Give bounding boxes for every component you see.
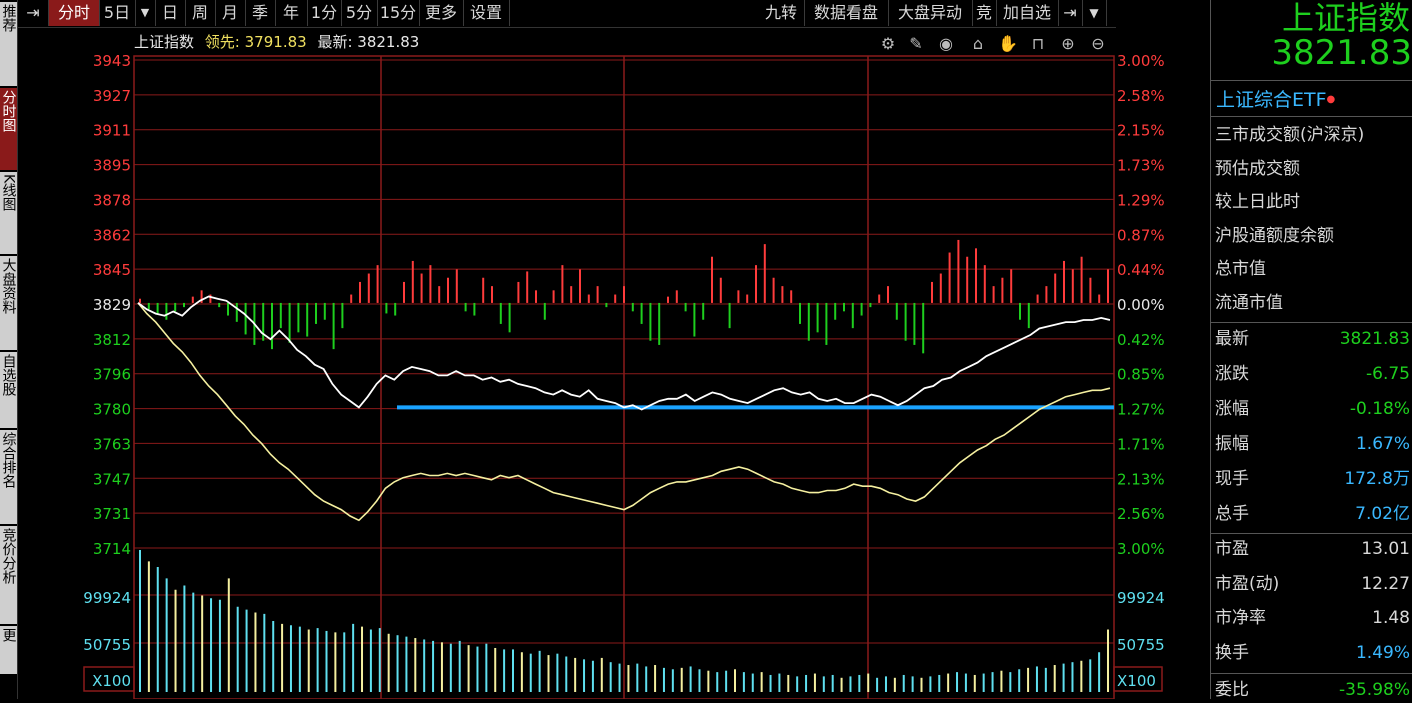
y-axis-right-label: 0.85% xyxy=(1117,366,1165,384)
quote-row: 最新 3821.83 xyxy=(1215,326,1412,352)
quote-row-value: -6.75 xyxy=(1366,364,1410,384)
y-axis-left-label: 3812 xyxy=(93,331,131,349)
quote-row: 涨幅 -0.18% xyxy=(1215,396,1412,422)
valuation-row-label: 市盈(动) xyxy=(1215,573,1280,594)
y-axis-left-label: 3862 xyxy=(93,226,131,244)
y-axis-left-label: 3763 xyxy=(93,435,131,453)
y-axis-right-label: 3.00% xyxy=(1117,540,1165,558)
quote-row-value: 1.67% xyxy=(1355,434,1410,454)
info-item-label: 三市成交额(沪深京) xyxy=(1215,125,1365,145)
y-axis-right-label: 1.71% xyxy=(1117,435,1165,453)
valuation-row-label: 换手 xyxy=(1215,642,1249,663)
volume-axis-right-label: 50755 xyxy=(1117,636,1165,654)
volume-axis-left-label: X100 xyxy=(92,672,131,690)
quote-row-value: 172.8万 xyxy=(1344,469,1410,489)
valuation-row-value: 13.01 xyxy=(1361,539,1410,559)
y-axis-left-label: 3911 xyxy=(93,122,131,140)
valuation-row: 市盈(动) 12.27 xyxy=(1215,571,1412,597)
valuation-row-label: 市盈 xyxy=(1215,539,1249,559)
intraday-chart[interactable]: 3943 3.00% 3927 2.58% 3911 2.15% 3895 1.73% 3878… xyxy=(0,0,1210,699)
y-axis-right-label: 2.58% xyxy=(1117,87,1165,105)
valuation-row: 换手 1.49% xyxy=(1215,640,1412,666)
volume-axis-left-label: 50755 xyxy=(83,636,131,654)
y-axis-right-label: 2.13% xyxy=(1117,470,1165,488)
info-item-label: 流通市值 xyxy=(1215,292,1283,313)
info-item[interactable]: 流通市值 xyxy=(1215,290,1412,316)
quote-row-label: 现手 xyxy=(1215,469,1249,489)
info-item[interactable]: 三市成交额(沪深京) xyxy=(1215,122,1412,148)
etf-link[interactable]: 上证综合ETF● xyxy=(1216,86,1406,114)
panel-index-price: 3821.83 xyxy=(1271,33,1412,73)
y-axis-right-label: 0.00% xyxy=(1117,296,1165,314)
valuation-row-value: 12.27 xyxy=(1361,573,1410,594)
y-axis-left-label: 3943 xyxy=(93,52,131,70)
y-axis-left-label: 3731 xyxy=(93,505,131,523)
quote-row: 振幅 1.67% xyxy=(1215,431,1412,457)
y-axis-left-label: 3845 xyxy=(93,261,131,279)
divider xyxy=(1210,116,1412,117)
y-axis-left-label: 3714 xyxy=(93,540,131,558)
quote-row-label: 涨幅 xyxy=(1215,399,1249,419)
info-item-label: 总市值 xyxy=(1215,259,1266,279)
y-axis-left-label: 3829 xyxy=(93,296,131,314)
valuation-row-value: 1.49% xyxy=(1355,642,1410,663)
y-axis-right-label: 0.42% xyxy=(1117,331,1165,349)
quote-row-label: 振幅 xyxy=(1215,434,1249,454)
y-axis-right-label: 2.56% xyxy=(1117,505,1165,523)
info-item-label: 沪股通额度余额 xyxy=(1215,225,1334,246)
quote-row-label: 最新 xyxy=(1215,329,1249,349)
y-axis-right-label: 0.87% xyxy=(1117,226,1165,244)
info-item[interactable]: 沪股通额度余额 xyxy=(1215,223,1412,249)
quote-row-label: 涨跌 xyxy=(1215,364,1249,384)
y-axis-left-label: 3927 xyxy=(93,87,131,105)
volume-axis-right-label: 99924 xyxy=(1117,589,1165,607)
y-axis-right-label: 1.27% xyxy=(1117,401,1165,419)
y-axis-left-label: 3796 xyxy=(93,366,131,384)
y-axis-right-label: 0.44% xyxy=(1117,261,1165,279)
y-axis-left-label: 3895 xyxy=(93,157,131,175)
y-axis-right-label: 1.73% xyxy=(1117,157,1165,175)
y-axis-left-label: 3878 xyxy=(93,191,131,209)
valuation-row: 市净率 1.48 xyxy=(1215,605,1412,631)
quote-row: 现手 172.8万 xyxy=(1215,466,1412,492)
info-item-label: 预估成交额 xyxy=(1215,158,1300,179)
y-axis-left-label: 3780 xyxy=(93,401,131,419)
valuation-row: 市盈 13.01 xyxy=(1215,536,1412,562)
info-item[interactable]: 较上日此时 xyxy=(1215,189,1412,215)
weibi-row-value: -35.98% xyxy=(1339,680,1410,700)
valuation-row-label: 市净率 xyxy=(1215,608,1266,628)
weibi-row-label: 委比 xyxy=(1215,680,1249,700)
info-item[interactable]: 总市值 xyxy=(1215,256,1412,282)
quote-row-value: 7.02亿 xyxy=(1355,504,1410,524)
info-item[interactable]: 预估成交额 xyxy=(1215,156,1412,182)
y-axis-right-label: 3.00% xyxy=(1117,52,1165,70)
quote-row: 总手 7.02亿 xyxy=(1215,501,1412,527)
notification-dot-icon: ● xyxy=(1326,94,1336,105)
divider xyxy=(1210,673,1412,674)
divider xyxy=(1210,533,1412,534)
quote-row: 涨跌 -6.75 xyxy=(1215,361,1412,387)
y-axis-right-label: 2.15% xyxy=(1117,122,1165,140)
divider xyxy=(1210,80,1412,81)
info-item-label: 较上日此时 xyxy=(1215,192,1300,212)
volume-axis-right-label: X100 xyxy=(1117,672,1156,690)
quote-row-value: 3821.83 xyxy=(1339,329,1410,349)
y-axis-left-label: 3747 xyxy=(93,470,131,488)
divider xyxy=(1210,322,1412,323)
valuation-row-value: 1.48 xyxy=(1372,608,1410,628)
quote-row-value: -0.18% xyxy=(1349,399,1410,419)
y-axis-right-label: 1.29% xyxy=(1117,191,1165,209)
volume-axis-left-label: 99924 xyxy=(83,589,131,607)
quote-row-label: 总手 xyxy=(1215,504,1249,524)
panel-index-name: 上证指数 xyxy=(1281,0,1410,37)
weibi-row: 委比 -35.98% xyxy=(1215,677,1412,703)
etf-link-label: 上证综合ETF xyxy=(1216,89,1327,111)
